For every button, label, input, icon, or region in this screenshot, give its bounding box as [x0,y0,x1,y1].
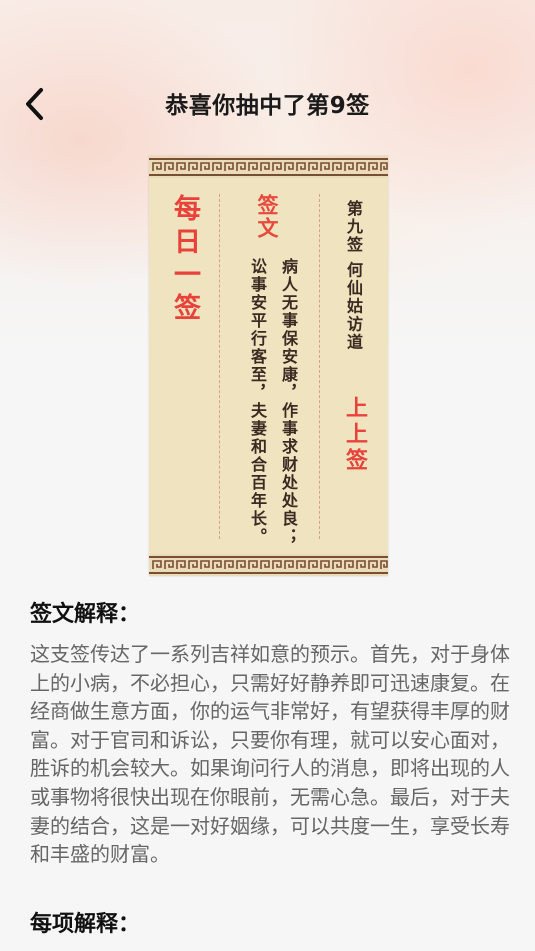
card-divider-left [219,194,220,539]
fortune-card: 每日一签 签文 病人无事保安康，作事求财处处良； 讼事安平行客至，夫妻和合百年长… [149,156,388,576]
explanation-heading: 签文解释： [30,602,141,627]
card-bottom-border [149,554,388,576]
verse-line-2: 讼事安平行客至，夫妻和合百年长。 [248,258,267,546]
explanation-text: 这支签传达了一系列吉祥如意的预示。首先，对于身体上的小病，不必担心，只需好好静养… [30,642,510,867]
daily-lot-label: 每日一签 [169,194,200,326]
lot-number: 第九签 何仙姑访道 [344,200,363,352]
verse-line-1: 病人无事保安康，作事求财处处良； [279,258,298,546]
verse-label: 签文 [255,194,280,240]
top-bar: 恭喜你抽中了第9签 [0,78,535,126]
card-divider-right [319,194,320,539]
page-title: 恭喜你抽中了第9签 [165,93,370,119]
lot-grade: 上上签 [342,396,368,474]
card-top-border [149,156,388,178]
details-heading: 每项解释： [30,912,141,937]
